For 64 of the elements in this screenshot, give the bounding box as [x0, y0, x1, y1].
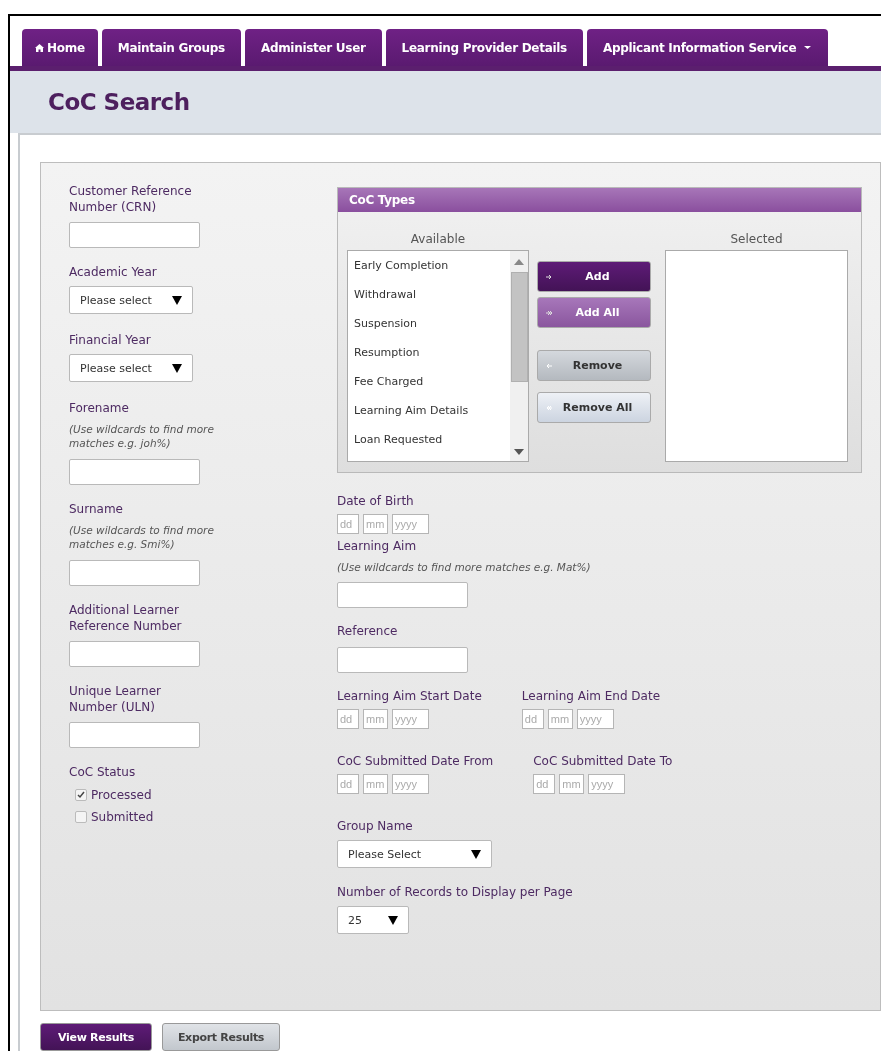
field-label: Additional Learner Reference Number: [69, 602, 183, 634]
field-label: Learning Aim: [337, 538, 418, 554]
field-label: Number of Records to Display per Page: [337, 884, 574, 900]
list-item[interactable]: Resumption: [354, 344, 510, 362]
checkbox-label: Submitted: [91, 810, 154, 824]
list-item[interactable]: Early Completion: [354, 257, 510, 275]
date-input[interactable]: yyyy: [392, 514, 429, 534]
checkbox-label: Processed: [91, 788, 152, 802]
date-input[interactable]: dd: [533, 774, 556, 794]
select-dropdown[interactable]: Please Select: [337, 840, 492, 868]
date-input[interactable]: yyyy: [588, 774, 626, 794]
date-input[interactable]: dd: [337, 709, 359, 729]
date-input[interactable]: yyyy: [392, 709, 429, 729]
field-label: Financial Year: [69, 332, 152, 348]
transfer-button[interactable]: Add: [537, 261, 651, 292]
field-label: CoC Status: [69, 764, 137, 780]
field-label: Group Name: [337, 818, 414, 834]
date-input[interactable]: yyyy: [576, 709, 614, 729]
field-label: Surname: [69, 501, 124, 517]
nav-tab[interactable]: Home: [22, 29, 98, 66]
date-input[interactable]: dd: [521, 709, 544, 729]
field-label: CoC Submitted Date To: [533, 753, 673, 769]
field-hint: (Use wildcards to find more matches e.g. Mat%): [337, 560, 592, 574]
action-button[interactable]: View Results: [40, 1023, 152, 1051]
nav-tab[interactable]: Learning Provider Details: [385, 29, 583, 66]
date-input[interactable]: dd: [337, 514, 359, 534]
field-hint: (Use wildcards to find more matches e.g. joh%): [69, 422, 215, 450]
field-hint: (Use wildcards to find more matches e.g. Smi%): [69, 523, 215, 551]
list-heading: Selected: [730, 232, 783, 246]
list-item[interactable]: Learning Aim Details: [354, 402, 510, 420]
list-item[interactable]: Suspension: [354, 315, 510, 333]
list-item[interactable]: Withdrawal: [354, 286, 510, 304]
nav-tab[interactable]: Maintain Groups: [101, 29, 241, 66]
page-title: CoC Search: [48, 88, 190, 115]
field-label: Learning Aim End Date: [521, 688, 661, 704]
available-list[interactable]: Early Completion Withdrawal Suspension Resumption Fee Charged Learning Aim Details Loan Requested: [347, 250, 529, 462]
field-label: Date of Birth: [337, 493, 415, 509]
action-button[interactable]: Export Results: [162, 1023, 280, 1051]
field-label: Learning Aim Start Date: [337, 688, 482, 704]
field-label: Unique Learner Number (ULN): [69, 683, 162, 715]
date-input[interactable]: dd: [337, 774, 359, 794]
field-label: Reference: [337, 623, 399, 639]
list-heading: Available: [410, 232, 466, 246]
transfer-button[interactable]: Remove: [537, 350, 651, 381]
date-input[interactable]: mm: [547, 709, 573, 729]
select-dropdown[interactable]: Please select: [69, 286, 193, 314]
nav-tab[interactable]: Administer User: [244, 29, 382, 66]
panel-header: CoC Types: [338, 188, 861, 212]
date-input[interactable]: mm: [363, 709, 388, 729]
list-item[interactable]: Fee Charged: [354, 373, 510, 391]
date-input[interactable]: mm: [559, 774, 585, 794]
date-input[interactable]: mm: [363, 514, 388, 534]
nav-tab[interactable]: Applicant Information Service: [586, 29, 829, 66]
field-label: CoC Submitted Date From: [337, 753, 494, 769]
date-input[interactable]: mm: [363, 774, 388, 794]
list-item[interactable]: Loan Requested: [354, 431, 510, 449]
field-label: Forename: [69, 400, 130, 416]
select-dropdown[interactable]: Please select: [69, 354, 193, 382]
transfer-button[interactable]: Add All: [537, 297, 651, 328]
select-dropdown[interactable]: 25: [337, 906, 409, 934]
field-label: Academic Year: [69, 264, 158, 280]
field-label: Customer Reference Number (CRN): [69, 183, 193, 215]
transfer-button[interactable]: Remove All: [537, 392, 651, 423]
date-input[interactable]: yyyy: [392, 774, 429, 794]
